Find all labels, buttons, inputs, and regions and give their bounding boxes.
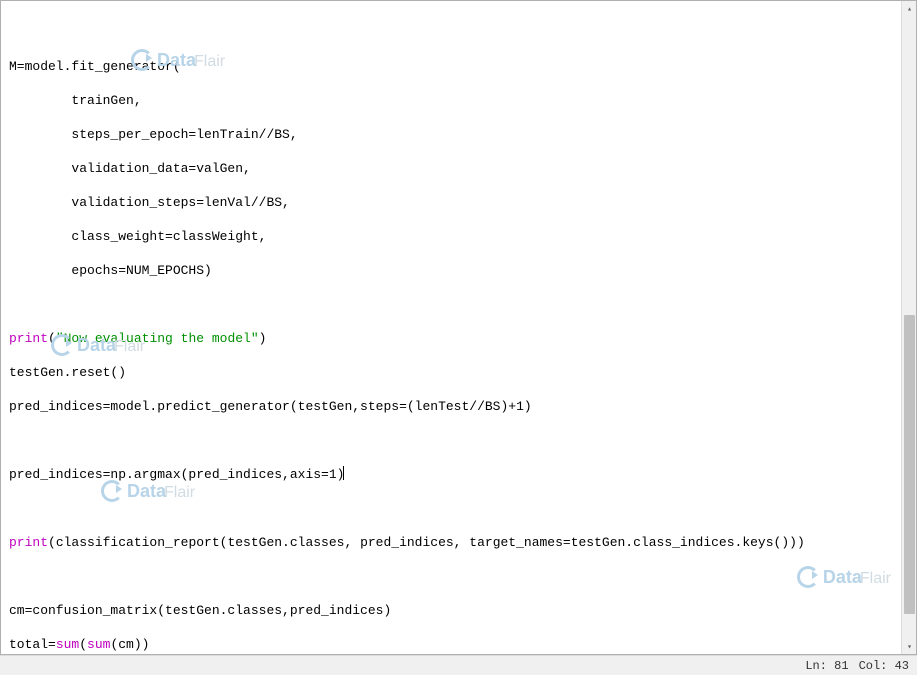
code-line: testGen.reset()	[9, 364, 893, 381]
code-line: validation_data=valGen,	[9, 160, 893, 177]
status-bar: Ln: 81 Col: 43	[0, 655, 917, 675]
code-line	[9, 432, 893, 449]
code-line	[9, 500, 893, 517]
code-line: steps_per_epoch=lenTrain//BS,	[9, 126, 893, 143]
code-line: pred_indices=model.predict_generator(tes…	[9, 398, 893, 415]
vertical-scrollbar[interactable]: ▴ ▾	[901, 1, 916, 654]
code-editor[interactable]: M=model.fit_generator( trainGen, steps_p…	[1, 1, 901, 654]
code-line	[9, 296, 893, 313]
code-line: print(classification_report(testGen.clas…	[9, 534, 893, 551]
editor-frame: M=model.fit_generator( trainGen, steps_p…	[0, 0, 917, 655]
code-line: epochs=NUM_EPOCHS)	[9, 262, 893, 279]
text-cursor	[343, 466, 344, 480]
code-line: total=sum(sum(cm))	[9, 636, 893, 653]
code-line: validation_steps=lenVal//BS,	[9, 194, 893, 211]
scrollbar-track[interactable]	[902, 16, 917, 639]
code-line: pred_indices=np.argmax(pred_indices,axis…	[9, 466, 893, 483]
status-column: Col: 43	[859, 659, 909, 673]
scroll-down-button[interactable]: ▾	[902, 639, 917, 654]
code-line: class_weight=classWeight,	[9, 228, 893, 245]
code-line	[9, 24, 893, 41]
scrollbar-thumb[interactable]	[904, 315, 915, 614]
code-line: print("Now evaluating the model")	[9, 330, 893, 347]
code-line: M=model.fit_generator(	[9, 58, 893, 75]
code-line	[9, 568, 893, 585]
status-line: Ln: 81	[805, 659, 848, 673]
scroll-up-button[interactable]: ▴	[902, 1, 917, 16]
code-line: trainGen,	[9, 92, 893, 109]
code-line: cm=confusion_matrix(testGen.classes,pred…	[9, 602, 893, 619]
